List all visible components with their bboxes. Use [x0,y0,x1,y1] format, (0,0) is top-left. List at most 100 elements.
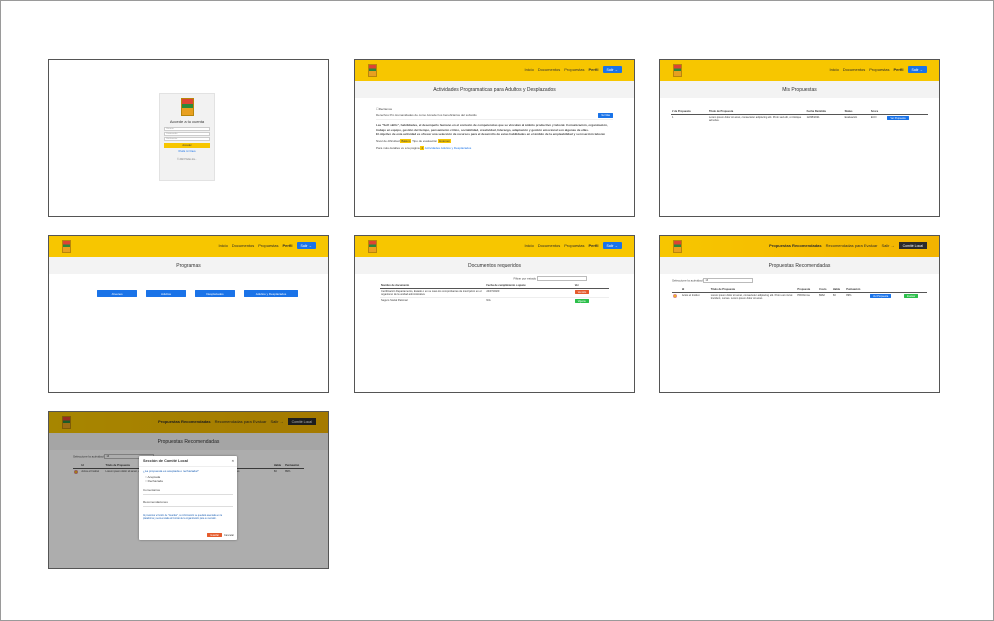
footer-link[interactable]: Actividades Adultos y Desplazados [425,146,472,150]
comments-field[interactable] [143,493,233,495]
login-card: Accede a tu cuenta Usuario Contraseña Ve… [159,93,215,181]
status-badge[interactable]: Vigente [574,299,589,303]
recommended-table: Id Título de Propuesta Propuesta Costo H… [672,287,927,301]
logout-button[interactable]: Salir → [602,242,622,249]
comments-label: Comentarios [143,487,161,492]
close-icon[interactable]: × [232,458,234,463]
nav-recomendadas-evaluar[interactable]: Recomendadas para Evaluar [826,243,878,248]
evaluation-value: Examen [438,139,452,144]
nav-propuestas[interactable]: Propuestas [564,243,584,248]
save-button[interactable]: Guardar [207,533,222,537]
logout-button[interactable]: Salir → [602,66,622,73]
nav-documentos[interactable]: Documentos [538,243,560,248]
nav-inicio[interactable]: Inicio [524,67,533,72]
table-row: Seguro Social Patronal N/A Vigente [380,298,609,305]
nav-inicio[interactable]: Inicio [829,67,838,72]
proposals-table: # de Propuesta Título de Propuesta Fecha… [671,109,928,123]
main-nav: Inicio Documentos Propuestas Perfil Sali… [829,66,927,73]
my-proposals-screen: Inicio Documentos Propuestas Perfil Sali… [659,59,940,217]
verify-input[interactable]: Verificación [164,137,210,141]
main-nav: Inicio Documentos Propuestas Perfil Sali… [524,66,622,73]
committee-modal-screen: Propuestas Recomendadas Recomendadas par… [48,411,329,569]
page-title: Mis Propuestas [660,81,939,98]
nav-documentos[interactable]: Documentos [843,67,865,72]
header-logo[interactable] [368,240,377,253]
view-proposal-button[interactable]: Ver Propuesta [870,294,892,298]
logout-link[interactable]: Salir → [881,243,894,248]
main-nav: Inicio Documentos Propuestas Perfil Sali… [524,242,622,249]
status-filter-select[interactable] [537,276,587,281]
cell: PROforma [797,294,810,297]
description: Las "Soft skills", habilidades, el desem… [376,123,608,132]
nav-inicio[interactable]: Inicio [524,243,533,248]
nav-perfil[interactable]: Perfil [283,243,293,248]
activity-filter-label: Seleccione la actividad [672,278,703,283]
evaluate-button[interactable]: Evaluar [904,294,919,298]
nav-propuestas[interactable]: Propuestas [258,243,278,248]
program-jovenes-button[interactable]: Jóvenes [97,290,137,297]
header-logo[interactable] [62,240,71,253]
cell: N/A [486,299,491,302]
checkbox-label: Reclamos [378,107,393,111]
program-buttons: Jóvenes Adultos Desplazados Adultos y De… [97,290,298,297]
cell: Actos el Institut [681,294,700,297]
nav-perfil[interactable]: Perfil [894,67,904,72]
main-nav: Propuestas Recomendadas Recomendadas par… [769,242,927,249]
cell: Seguro Social Patronal [381,299,408,302]
header: Inicio Documentos Propuestas Perfil Sali… [660,60,939,81]
nav-perfil[interactable]: Perfil [589,67,599,72]
program-adultos-desplazados-button[interactable]: Adultos y Desplazados [244,290,298,297]
difficulty-value: Básico [400,139,412,144]
radio-icon[interactable]: ○ [145,479,147,483]
cell: Lorem ipsum dolor sit amet, consectetur … [710,294,793,300]
logout-button[interactable]: Salir → [296,242,316,249]
forgot-password-link[interactable]: Olvidé mi Clave [160,150,214,153]
nav-perfil[interactable]: Perfil [589,243,599,248]
status-badge[interactable]: Vencido [574,290,590,294]
table-row: Certificación Departamento, Estado o en … [380,289,609,298]
header-logo[interactable] [673,240,682,253]
nav-documentos[interactable]: Documentos [538,67,560,72]
program-desplazados-button[interactable]: Desplazados [195,290,235,297]
more-button[interactable]: Ver Mas [598,113,613,119]
nav-propuestas[interactable]: Propuestas [564,67,584,72]
login-button[interactable]: Acceder [164,143,210,148]
header: Inicio Documentos Propuestas Perfil Sali… [49,236,328,257]
view-proposal-button[interactable]: Ver Propuesta [887,116,909,120]
cell: 1 [672,116,674,119]
nav-propuestas[interactable]: Propuestas [869,67,889,72]
cancel-button[interactable]: Cancelar [224,534,234,537]
header-logo[interactable] [368,64,377,77]
nav-recomendadas[interactable]: Propuestas Recomendadas [769,243,821,248]
program-adultos-button[interactable]: Adultos [146,290,186,297]
nav-inicio[interactable]: Inicio [218,243,227,248]
modal-header: Sección de Comité Local × [139,456,237,467]
password-input[interactable]: Contraseña [164,132,210,136]
modal-title: Sección de Comité Local [143,459,188,463]
footer-page-number: 4 [420,146,425,151]
footer-label: Para más detalles ve a la página [376,146,420,151]
page-title: Documentos requeridos [355,257,634,274]
nav-documentos[interactable]: Documentos [232,243,254,248]
table-row: Actos el Institut Lorem ipsum dolor sit … [672,293,927,302]
rights-line: Derechos Pro Humanidades de como Acceder… [376,113,477,118]
recommendations-field[interactable] [143,506,233,508]
screens-overview: Accede a tu cuenta Usuario Contraseña Ve… [0,0,994,621]
logout-button[interactable]: Salir → [907,66,927,73]
cell: 12/08/2021 [806,116,820,119]
committee-badge[interactable]: Comité Local [898,242,927,249]
committee-modal: Sección de Comité Local × ¿La propuesta … [139,456,237,540]
cell: ECO [870,116,877,119]
header: Propuestas Recomendadas Recomendadas par… [660,236,939,257]
username-input[interactable]: Usuario [164,127,210,131]
main-nav: Inicio Documentos Propuestas Perfil Sali… [218,242,316,249]
recommended-screen: Propuestas Recomendadas Recomendadas par… [659,235,940,393]
option-reject: Rechazada [147,479,163,484]
programs-screen: Inicio Documentos Propuestas Perfil Sali… [48,235,329,393]
header-logo[interactable] [673,64,682,77]
page-title: Actividades Programaticas para Adultos y… [355,81,634,98]
activity-select[interactable]: 13 [703,278,754,283]
cell: 24/07/2020 [486,290,500,293]
page-title: Programas [49,257,328,274]
status-dot-icon [673,294,677,298]
